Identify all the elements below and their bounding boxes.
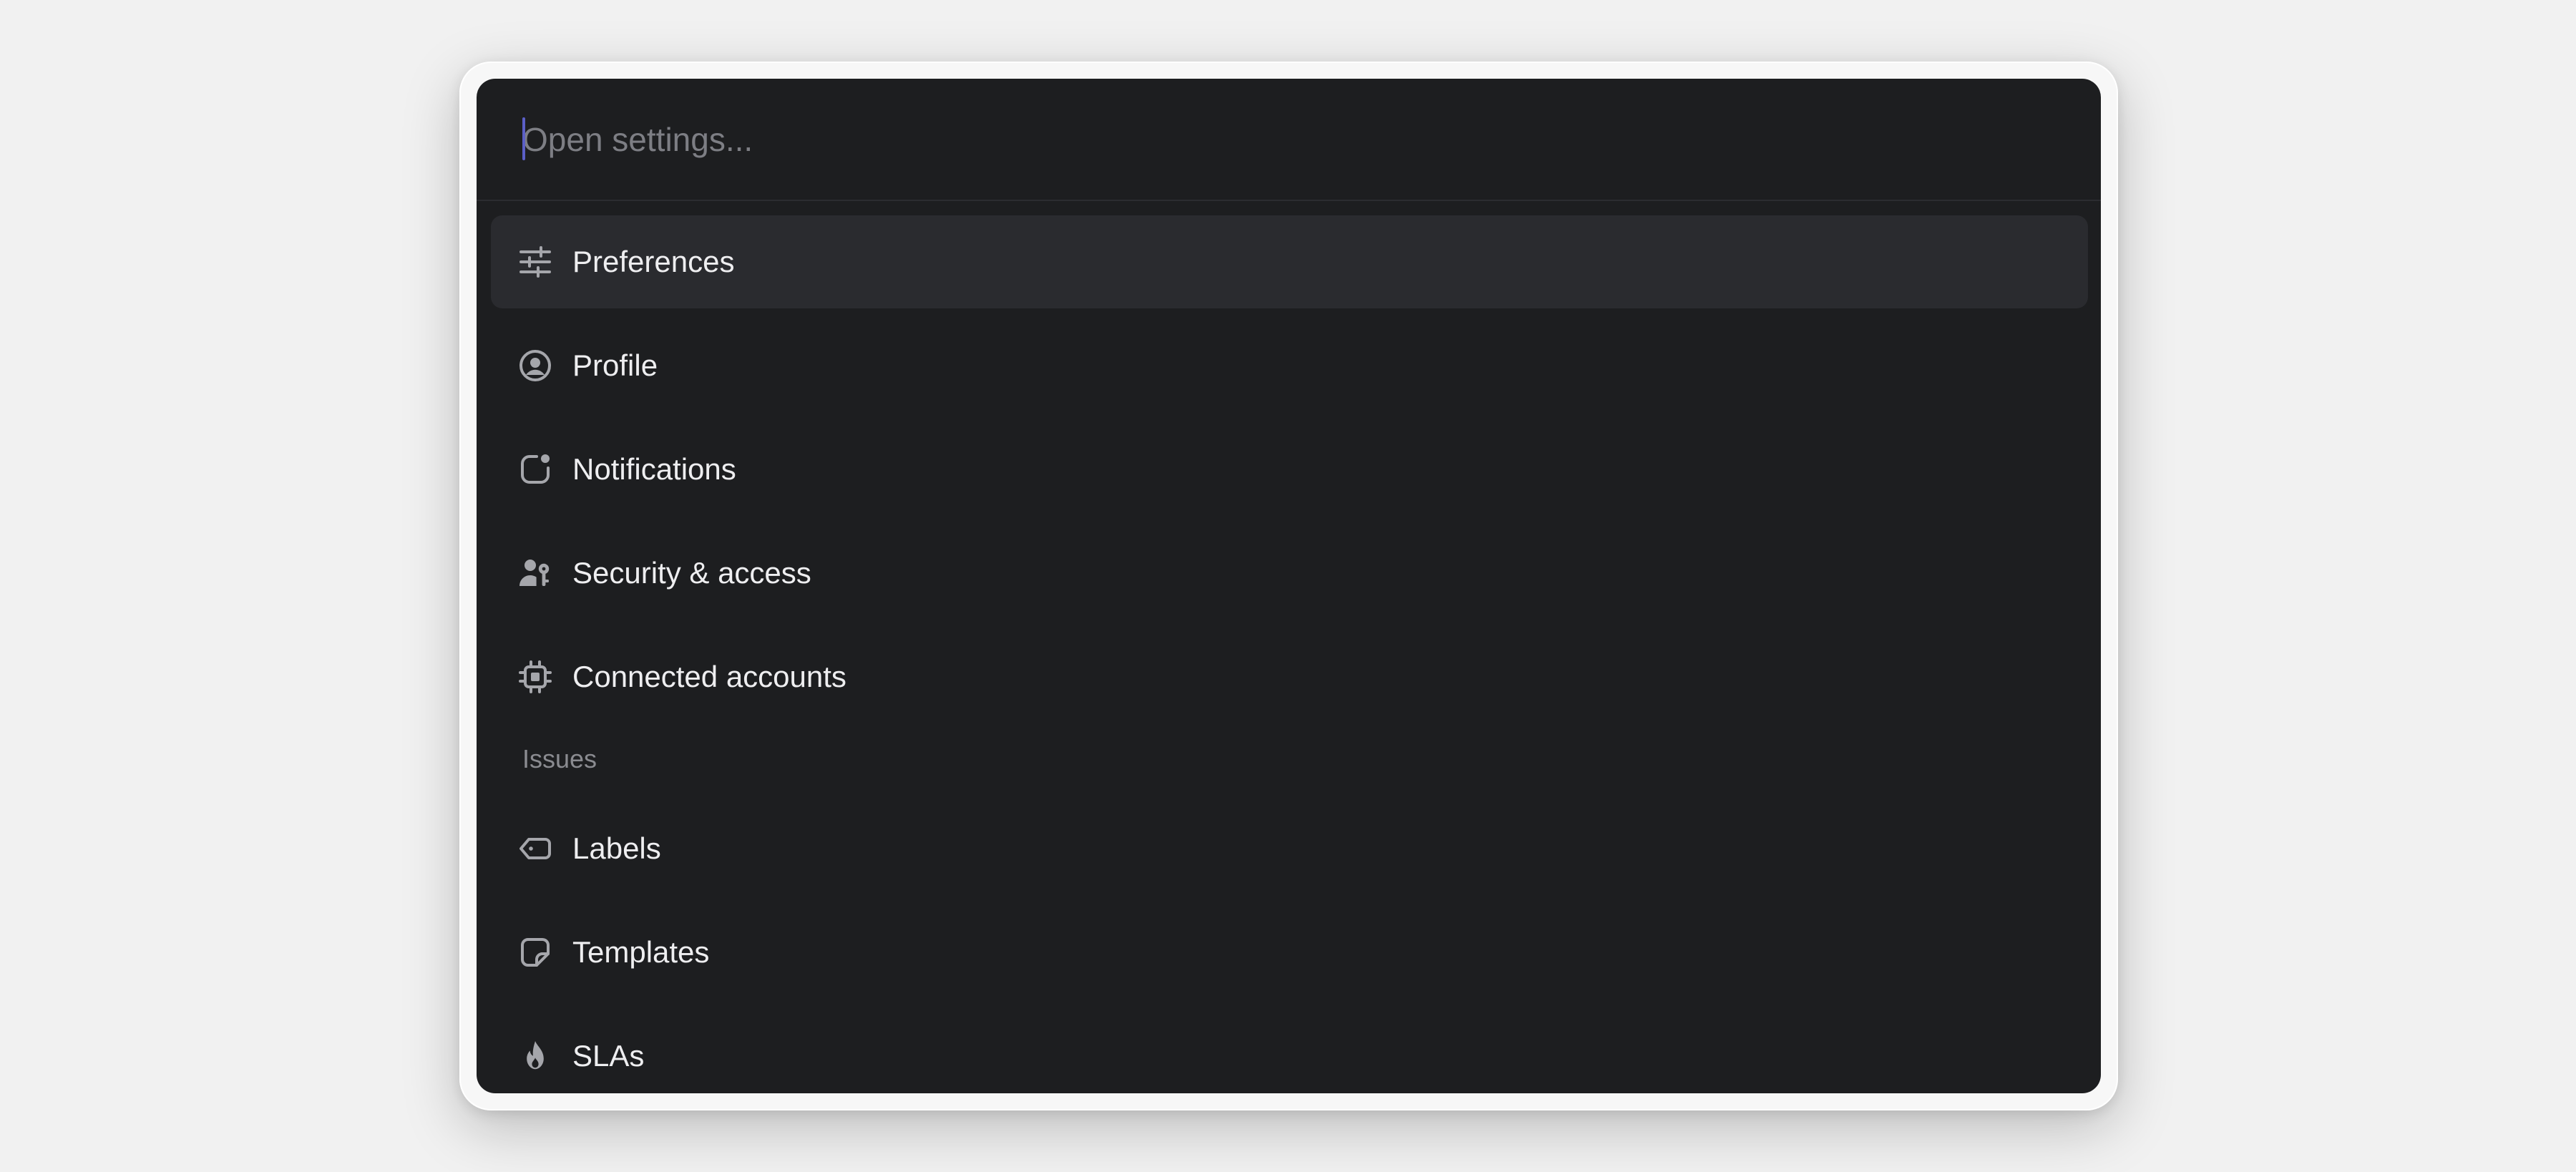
menu-item-preferences[interactable]: Preferences [491, 215, 2088, 308]
menu-item-label: Notifications [572, 452, 736, 486]
section-header-issues: Issues [522, 744, 597, 773]
menu-item-profile[interactable]: Profile [491, 319, 2088, 412]
flame-icon [518, 1039, 552, 1073]
menu-item-templates[interactable]: Templates [491, 906, 2088, 999]
command-palette: Preferences Profile Notifications [477, 79, 2101, 1093]
menu-item-label: Security & access [572, 556, 811, 590]
menu-item-slas[interactable]: SLAs [491, 1010, 2088, 1093]
menu-item-connected-accounts[interactable]: Connected accounts [491, 630, 2088, 723]
search-input[interactable] [522, 107, 2025, 172]
notification-badge-icon [518, 452, 552, 487]
tag-icon [518, 831, 552, 866]
menu-item-label: Templates [572, 935, 710, 969]
menu-item-label: Labels [572, 831, 661, 865]
text-caret [522, 117, 525, 160]
search-row [477, 79, 2101, 201]
menu-item-label: Profile [572, 348, 658, 382]
menu-item-labels[interactable]: Labels [491, 802, 2088, 895]
menu-item-label: Connected accounts [572, 660, 847, 693]
menu-item-label: Preferences [572, 245, 735, 278]
menu-item-security[interactable]: Security & access [491, 527, 2088, 620]
sticky-note-icon [518, 935, 552, 970]
sliders-icon [518, 245, 552, 279]
chip-icon [518, 660, 552, 694]
user-key-icon [518, 556, 552, 590]
menu-item-notifications[interactable]: Notifications [491, 423, 2088, 516]
user-circle-icon [518, 348, 552, 383]
menu-item-label: SLAs [572, 1039, 645, 1073]
